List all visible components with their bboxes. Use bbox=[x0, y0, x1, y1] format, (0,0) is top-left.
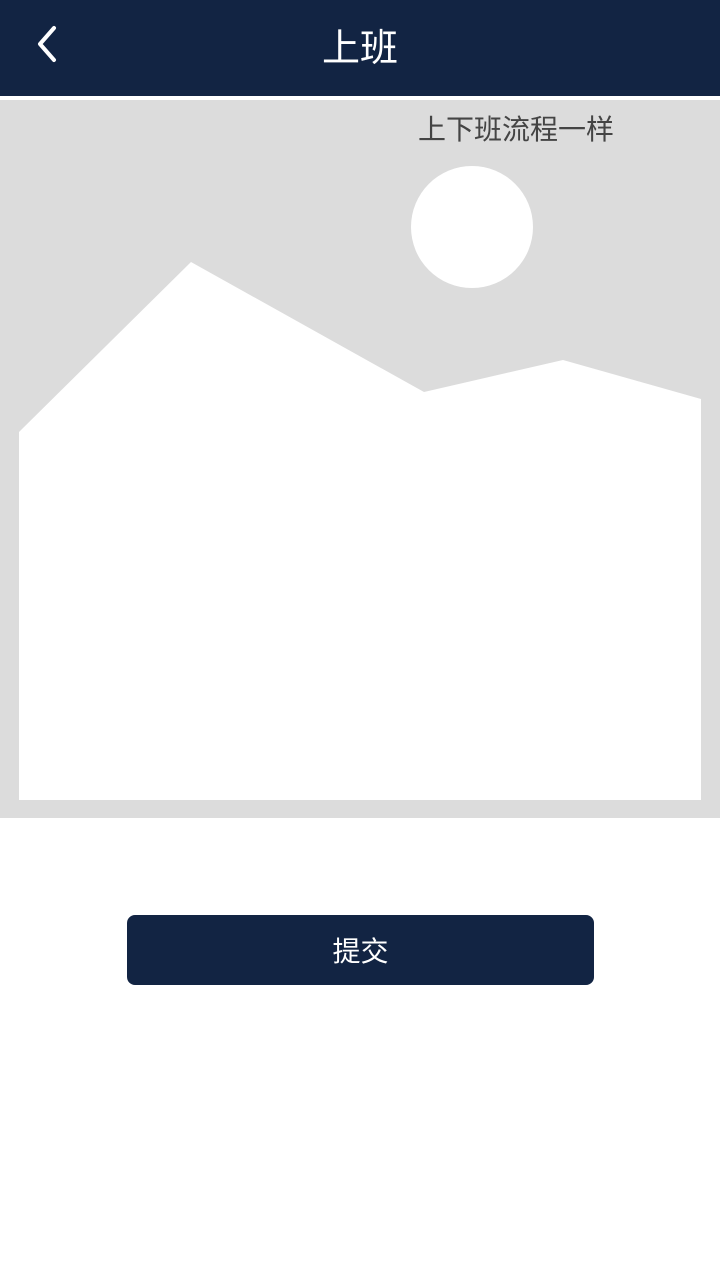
submit-button[interactable]: 提交 bbox=[127, 915, 594, 985]
page-title: 上班 bbox=[321, 26, 398, 70]
image-placeholder-icon bbox=[19, 166, 701, 800]
app-header: 上班 bbox=[0, 0, 720, 96]
photo-note: 上下班流程一样 bbox=[418, 113, 615, 146]
photo-capture-area[interactable]: 上下班流程一样 bbox=[0, 100, 720, 818]
